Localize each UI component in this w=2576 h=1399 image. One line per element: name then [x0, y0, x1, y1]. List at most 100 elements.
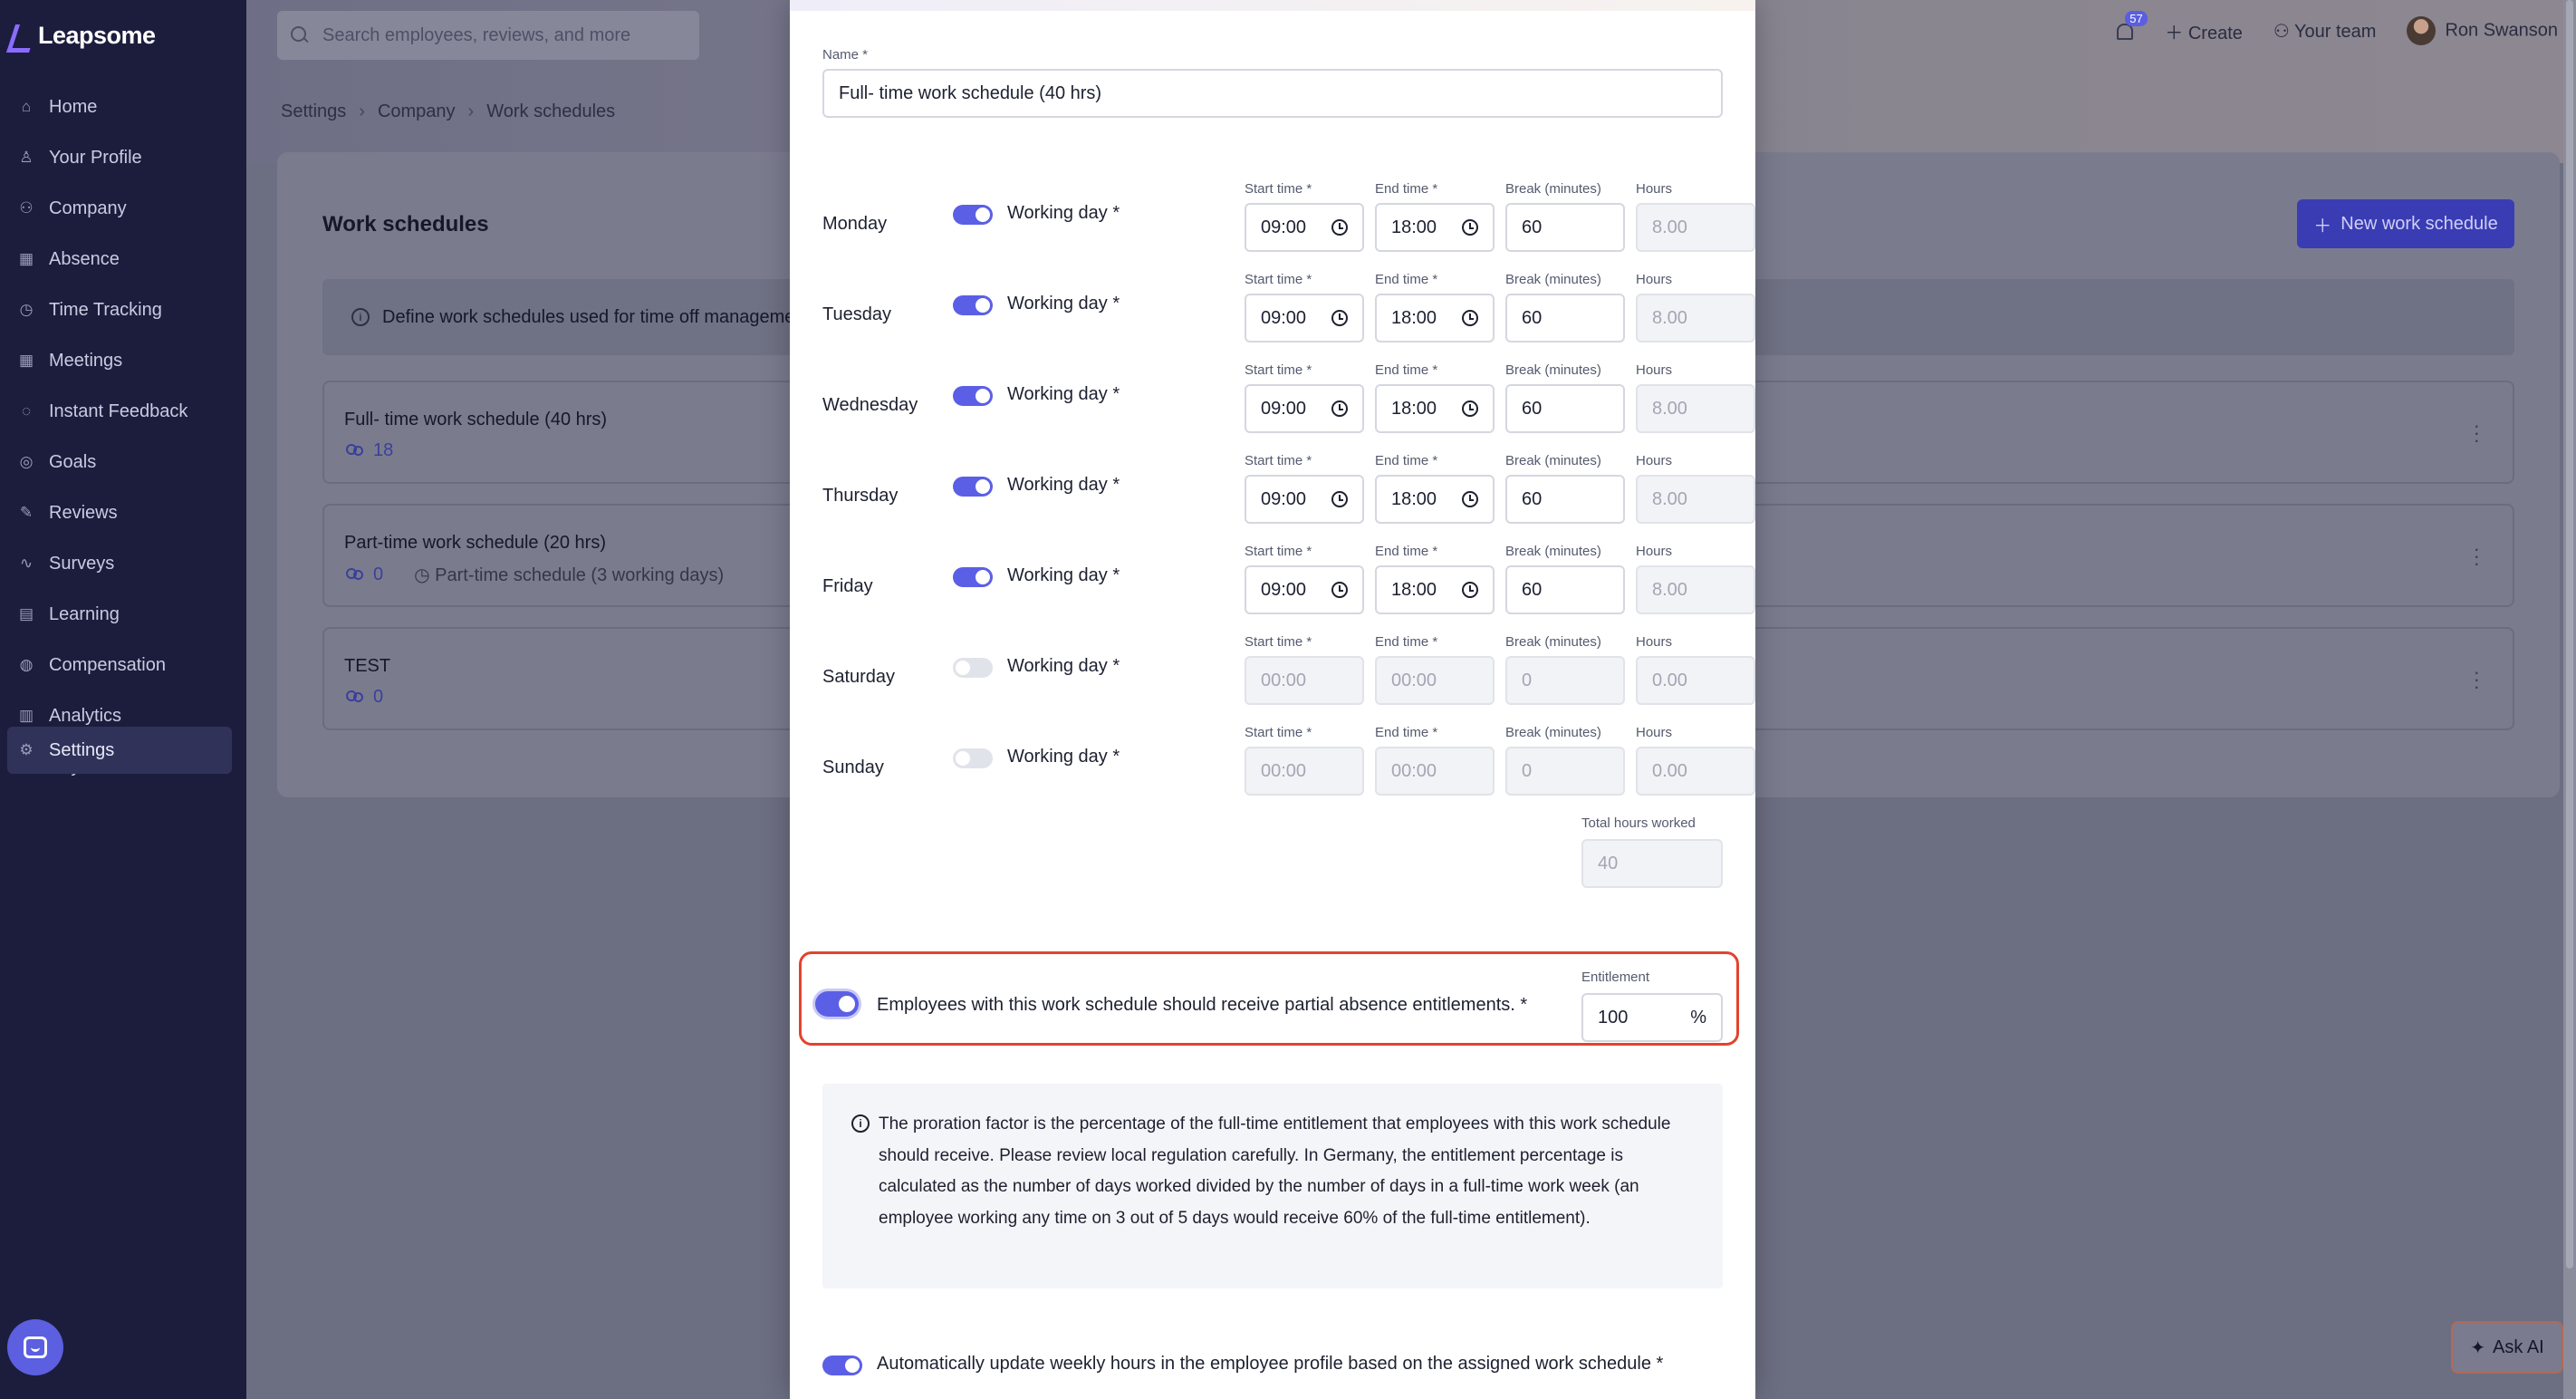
create-label: Create [2187, 23, 2243, 43]
sidebar-item-time-tracking[interactable]: ◷ Time Tracking [0, 285, 246, 335]
working-day-toggle[interactable] [953, 748, 993, 768]
day-name: Monday [822, 214, 888, 234]
notifications-bell-icon[interactable]: 57 [2114, 11, 2148, 42]
modal-header-strip [790, 0, 1755, 11]
sidebar-item-settings[interactable]: ⚙ Settings [7, 727, 232, 774]
create-button[interactable]: ＋ Create [2165, 18, 2243, 44]
ask-ai-button[interactable]: ✦ Ask AI [2451, 1321, 2563, 1374]
start-label: Start time * [1245, 181, 1312, 197]
start-value: 09:00 [1261, 579, 1307, 600]
hours-input: 0.00 [1636, 656, 1755, 705]
plus-icon: ＋ [2313, 216, 2332, 236]
more-options-icon[interactable]: · · · [2474, 416, 2480, 450]
break-input[interactable]: 60 [1505, 203, 1625, 252]
working-day-toggle[interactable] [953, 295, 993, 315]
leapsome-logo-icon [11, 24, 31, 48]
day-row-thursday: Thursday Working day * Start time * 09:00 En… [822, 453, 1755, 544]
working-day-toggle[interactable] [953, 477, 993, 497]
end-label: End time * [1375, 272, 1438, 287]
leapsome-logo[interactable]: Leapsome [11, 22, 156, 50]
global-search[interactable]: Search employees, reviews, and more [277, 11, 699, 60]
scrollbar-thumb[interactable] [2566, 0, 2573, 1269]
end-label: End time * [1375, 634, 1438, 650]
search-input[interactable]: Search employees, reviews, and more [322, 25, 630, 46]
chat-icon [24, 1336, 47, 1358]
user-menu[interactable]: Ron Swanson [2407, 16, 2558, 45]
break-input[interactable]: 60 [1505, 384, 1625, 433]
hours-value: 8.00 [1652, 217, 1687, 237]
partial-entitlement-toggle[interactable] [815, 991, 859, 1017]
page-scrollbar[interactable] [2563, 0, 2576, 1399]
break-value: 60 [1522, 488, 1543, 509]
breadcrumb-settings[interactable]: Settings [281, 101, 346, 122]
break-input[interactable]: 60 [1505, 294, 1625, 343]
notification-count-badge: 57 [2125, 11, 2148, 26]
entitlement-input[interactable]: 100 % [1581, 993, 1723, 1042]
employee-count: 18 [373, 440, 394, 460]
end-input[interactable]: 18:00 [1375, 384, 1495, 433]
start-value: 00:00 [1261, 670, 1307, 690]
end-input[interactable]: 00:00 [1375, 656, 1495, 705]
breadcrumb-company[interactable]: Company [378, 101, 456, 122]
new-work-schedule-button[interactable]: ＋ New work schedule [2297, 199, 2514, 248]
working-day-label: Working day * [1007, 384, 1120, 404]
start-input[interactable]: 09:00 [1245, 203, 1364, 252]
break-label: Break (minutes) [1505, 725, 1601, 740]
working-day-toggle[interactable] [953, 658, 993, 678]
start-input[interactable]: 09:00 [1245, 294, 1364, 343]
sidebar-item-your-profile[interactable]: ♙ Your Profile [0, 132, 246, 183]
sidebar-item-surveys[interactable]: ∿ Surveys [0, 538, 246, 589]
start-input[interactable]: 00:00 [1245, 747, 1364, 796]
end-value: 18:00 [1391, 307, 1437, 328]
break-value: 60 [1522, 217, 1543, 237]
end-input[interactable]: 18:00 [1375, 203, 1495, 252]
employee-count: 0 [373, 564, 384, 584]
break-input[interactable]: 60 [1505, 565, 1625, 614]
working-day-toggle[interactable] [953, 386, 993, 406]
sidebar-item-company[interactable]: ⚇ Company [0, 183, 246, 234]
start-input[interactable]: 09:00 [1245, 475, 1364, 524]
start-input[interactable]: 09:00 [1245, 565, 1364, 614]
sidebar-item-goals[interactable]: ◎ Goals [0, 437, 246, 487]
sidebar-item-absence[interactable]: ▦ Absence [0, 234, 246, 285]
break-input[interactable]: 0 [1505, 656, 1625, 705]
end-input[interactable]: 00:00 [1375, 747, 1495, 796]
schedule-meta: 0 [344, 687, 383, 708]
hours-label: Hours [1636, 272, 1673, 287]
support-chat-button[interactable] [7, 1319, 63, 1375]
clock-icon [1331, 491, 1348, 507]
sidebar-item-label: Instant Feedback [49, 400, 188, 421]
chevron-right-icon: › [467, 101, 475, 121]
end-input[interactable]: 18:00 [1375, 294, 1495, 343]
schedule-subtitle-text: Part-time schedule (3 working days) [435, 565, 725, 585]
break-input[interactable]: 0 [1505, 747, 1625, 796]
sidebar-item-meetings[interactable]: ▦ Meetings [0, 335, 246, 386]
working-day-toggle[interactable] [953, 567, 993, 587]
sidebar-item-home[interactable]: ⌂ Home [0, 82, 246, 132]
pulse-icon: ∿ [19, 555, 34, 572]
your-team-button[interactable]: ⚇ Your team [2273, 20, 2377, 43]
start-input[interactable]: 09:00 [1245, 384, 1364, 433]
sidebar-item-compensation[interactable]: ◍ Compensation [0, 640, 246, 690]
working-day-label: Working day * [1007, 656, 1120, 676]
auto-update-hours-toggle[interactable] [822, 1356, 862, 1375]
end-input[interactable]: 18:00 [1375, 475, 1495, 524]
hours-input: 8.00 [1636, 203, 1755, 252]
user-name: Ron Swanson [2445, 20, 2558, 41]
clock-icon [1462, 219, 1478, 236]
target-icon: ◎ [19, 453, 34, 470]
start-input[interactable]: 00:00 [1245, 656, 1364, 705]
schedule-name: Full- time work schedule (40 hrs) [344, 410, 608, 429]
sidebar-item-learning[interactable]: ▤ Learning [0, 589, 246, 640]
break-input[interactable]: 60 [1505, 475, 1625, 524]
more-options-icon[interactable]: · · · [2474, 662, 2480, 697]
end-input[interactable]: 18:00 [1375, 565, 1495, 614]
sidebar-item-reviews[interactable]: ✎ Reviews [0, 487, 246, 538]
start-label: Start time * [1245, 272, 1312, 287]
hours-input: 8.00 [1636, 565, 1755, 614]
user-icon: ♙ [19, 149, 34, 166]
more-options-icon[interactable]: · · · [2474, 539, 2480, 574]
schedule-name-input[interactable] [822, 69, 1723, 118]
sidebar-item-instant-feedback[interactable]: ◌ Instant Feedback [0, 386, 246, 437]
working-day-toggle[interactable] [953, 205, 993, 225]
